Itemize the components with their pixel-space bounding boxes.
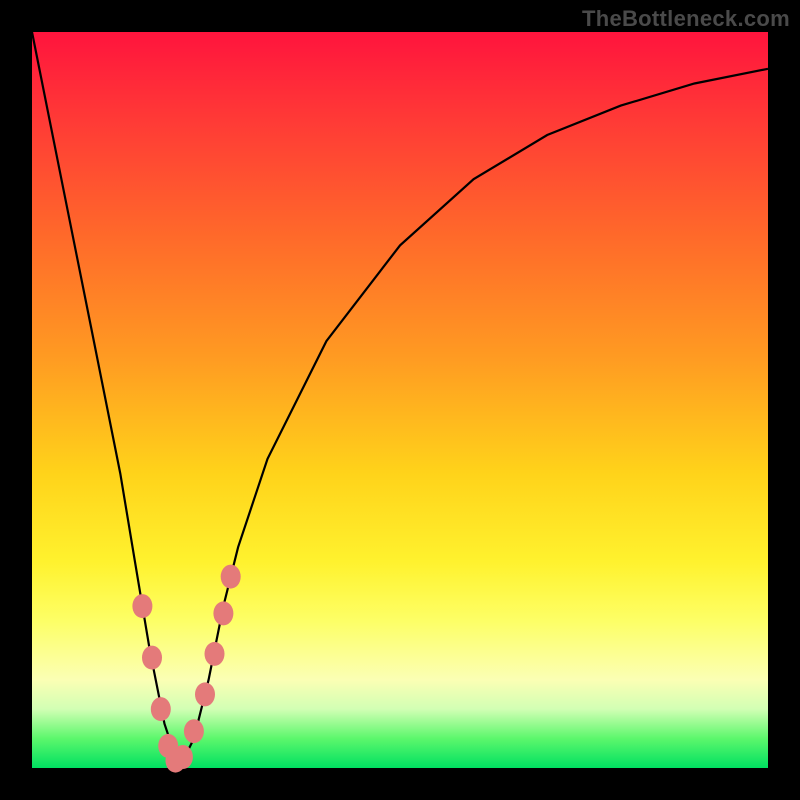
watermark-text: TheBottleneck.com: [582, 6, 790, 32]
plot-area: [32, 32, 768, 768]
marker-group: [132, 565, 240, 773]
curve-marker: [132, 594, 152, 618]
curve-marker: [221, 565, 241, 589]
chart-frame: TheBottleneck.com: [0, 0, 800, 800]
curve-marker: [184, 719, 204, 743]
curve-layer: [32, 32, 768, 768]
curve-marker: [173, 745, 193, 769]
curve-marker: [205, 642, 225, 666]
curve-marker: [195, 682, 215, 706]
curve-marker: [213, 601, 233, 625]
curve-marker: [142, 646, 162, 670]
curve-marker: [151, 697, 171, 721]
